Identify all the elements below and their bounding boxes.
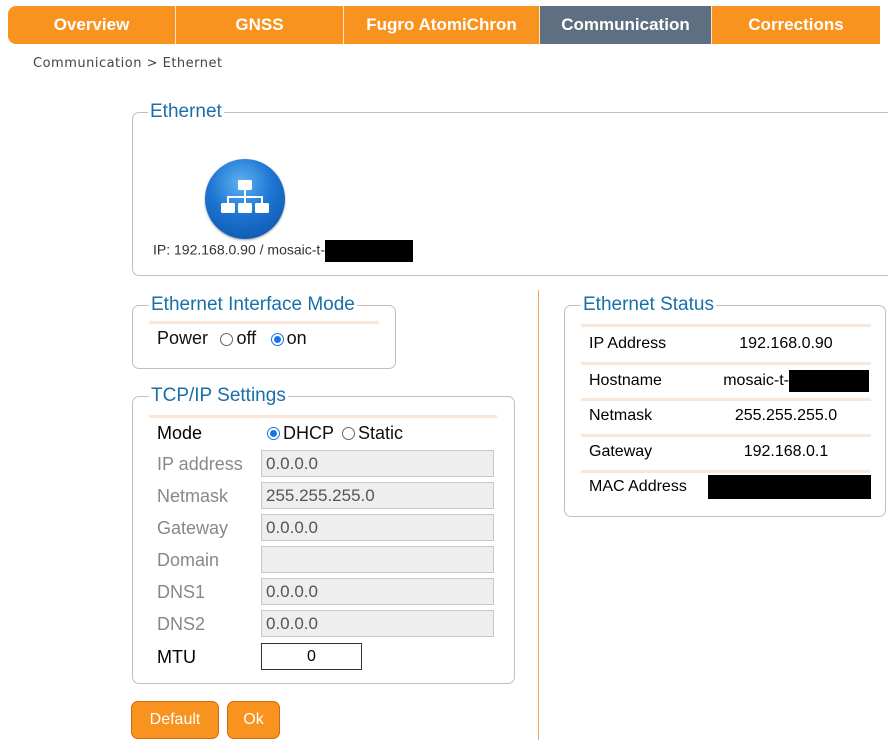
status-value: 192.168.0.90 bbox=[739, 334, 833, 352]
mtu-field[interactable]: 0 bbox=[261, 643, 362, 670]
dhcp-label[interactable]: DHCP bbox=[283, 423, 334, 444]
power-label: Power bbox=[157, 328, 209, 348]
status-label: MAC Address bbox=[589, 477, 687, 495]
tcpip-legend: TCP/IP Settings bbox=[149, 385, 288, 407]
gateway-row: Gateway bbox=[149, 512, 261, 544]
status-label: IP Address bbox=[589, 334, 667, 352]
default-button[interactable]: Default bbox=[131, 701, 219, 739]
redacted-hostname bbox=[324, 240, 413, 262]
status-label: Gateway bbox=[589, 442, 653, 460]
dhcp-radio[interactable] bbox=[267, 426, 280, 440]
ip-address-label: IP address bbox=[157, 453, 243, 474]
status-row-gateway: Gateway 192.168.0.1 bbox=[581, 434, 871, 469]
status-value: 192.168.0.1 bbox=[743, 442, 829, 460]
dns2-field[interactable]: 0.0.0.0 bbox=[261, 610, 494, 637]
tcpip-panel: TCP/IP Settings Mode DHCP Static IP addr… bbox=[132, 385, 515, 684]
ip-address-field[interactable]: 0.0.0.0 bbox=[261, 450, 494, 477]
tab-fugro-atomichron[interactable]: Fugro AtomiChron bbox=[344, 6, 540, 44]
tab-overview[interactable]: Overview bbox=[8, 6, 176, 44]
status-value-wrap bbox=[701, 474, 871, 499]
status-value-wrap: mosaic-t- bbox=[701, 369, 871, 392]
status-row-ip: IP Address 192.168.0.90 bbox=[581, 326, 871, 361]
mtu-label: MTU bbox=[157, 646, 196, 667]
dns1-row: DNS1 bbox=[149, 576, 261, 608]
redacted-hostname bbox=[789, 369, 869, 392]
domain-field[interactable] bbox=[261, 546, 494, 573]
ip-address-row: IP address bbox=[149, 448, 261, 480]
network-icon bbox=[205, 159, 285, 239]
interface-mode-panel: Ethernet Interface Mode Power off on bbox=[132, 294, 396, 369]
netmask-label: Netmask bbox=[157, 485, 229, 506]
tab-corrections[interactable]: Corrections bbox=[712, 6, 880, 44]
tab-gnss[interactable]: GNSS bbox=[176, 6, 344, 44]
status-value: 255.255.255.0 bbox=[734, 406, 838, 424]
power-off-radio[interactable] bbox=[220, 333, 234, 347]
ethernet-ip-summary: IP: 192.168.0.90 / mosaic-t- bbox=[153, 240, 413, 262]
ethernet-panel: Ethernet IP: 192.168.0.90 / mosaic-t- bbox=[132, 101, 888, 276]
ip-summary-text: IP: 192.168.0.90 / mosaic-t- bbox=[153, 241, 325, 258]
status-label: Netmask bbox=[589, 406, 653, 424]
status-label: Hostname bbox=[589, 371, 662, 389]
ethernet-legend: Ethernet bbox=[148, 101, 224, 123]
tab-communication[interactable]: Communication bbox=[540, 6, 712, 44]
main-nav: Overview GNSS Fugro AtomiChron Communica… bbox=[8, 6, 888, 44]
netmask-field[interactable]: 255.255.255.0 bbox=[261, 482, 494, 509]
power-row: Power off on bbox=[157, 328, 307, 349]
power-on-label[interactable]: on bbox=[287, 328, 307, 348]
static-radio[interactable] bbox=[342, 426, 356, 440]
ethernet-status-panel: Ethernet Status IP Address 192.168.0.90 … bbox=[564, 294, 886, 517]
dns1-field[interactable]: 0.0.0.0 bbox=[261, 578, 494, 605]
divider bbox=[149, 321, 379, 324]
column-divider bbox=[538, 290, 539, 740]
gateway-label: Gateway bbox=[157, 517, 229, 538]
netmask-row: Netmask bbox=[149, 480, 261, 512]
ok-button[interactable]: Ok bbox=[227, 701, 280, 739]
mode-row: Mode DHCP Static bbox=[149, 417, 403, 449]
power-on-radio[interactable] bbox=[270, 333, 284, 347]
mode-label: Mode bbox=[157, 422, 203, 443]
status-row-mac: MAC Address bbox=[581, 469, 871, 504]
breadcrumb: Communication > Ethernet bbox=[33, 56, 223, 71]
dns2-row: DNS2 bbox=[149, 608, 261, 640]
ethernet-status-legend: Ethernet Status bbox=[581, 294, 716, 316]
domain-row: Domain bbox=[149, 544, 261, 576]
status-row-netmask: Netmask 255.255.255.0 bbox=[581, 398, 871, 433]
power-off-label[interactable]: off bbox=[236, 328, 256, 348]
redacted-mac-address bbox=[708, 474, 871, 499]
mtu-row: MTU bbox=[149, 641, 261, 673]
interface-mode-legend: Ethernet Interface Mode bbox=[149, 294, 357, 316]
status-value: mosaic-t- bbox=[723, 371, 789, 389]
static-label[interactable]: Static bbox=[358, 423, 403, 444]
status-row-hostname: Hostname mosaic-t- bbox=[581, 363, 871, 398]
dns1-label: DNS1 bbox=[157, 581, 206, 602]
domain-label: Domain bbox=[157, 549, 220, 570]
dns2-label: DNS2 bbox=[157, 613, 206, 634]
gateway-field[interactable]: 0.0.0.0 bbox=[261, 514, 494, 541]
